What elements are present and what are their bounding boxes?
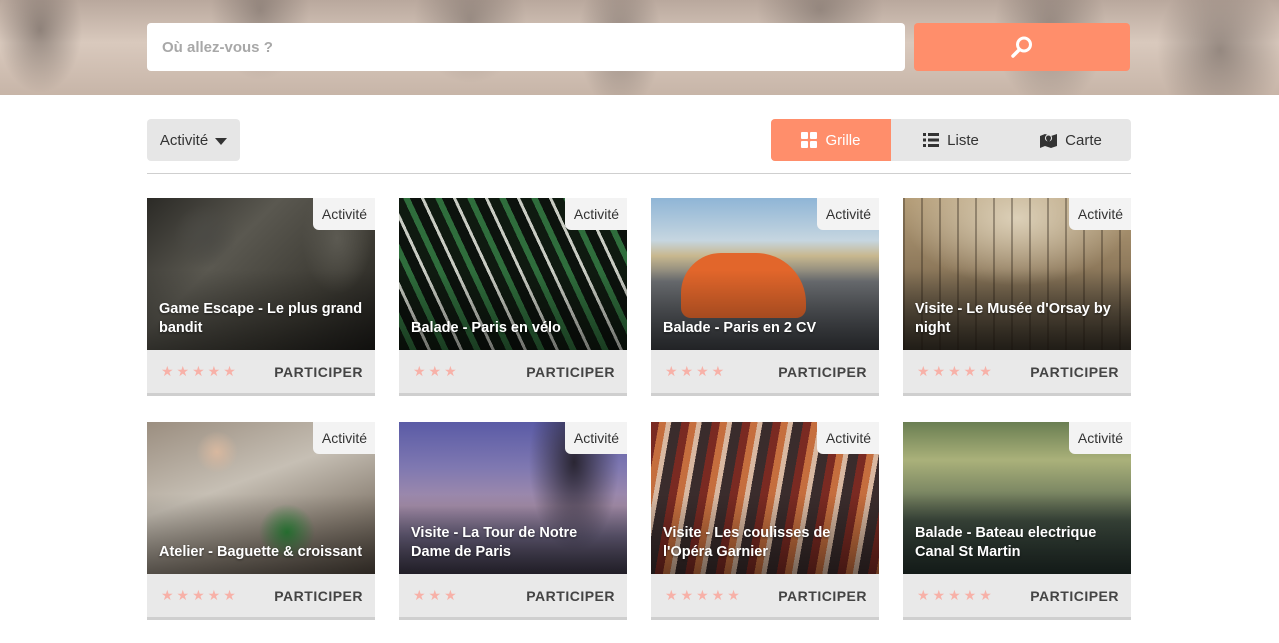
participate-button[interactable]: PARTICIPER [1030, 588, 1119, 604]
card-title: Balade - Bateau electrique Canal St Mart… [915, 525, 1097, 560]
card-title: Game Escape - Le plus grand bandit [159, 301, 363, 336]
participate-button[interactable]: PARTICIPER [778, 588, 867, 604]
grid-icon [801, 132, 818, 148]
card-image: Activité Balade - Bateau electrique Cana… [903, 422, 1131, 574]
card-footer: ★★★★ PARTICIPER [651, 350, 879, 396]
card-footer: ★★★★★ PARTICIPER [903, 574, 1131, 620]
card-image: Activité Balade - Paris en 2 CV [651, 198, 879, 350]
hero-banner [0, 0, 1279, 95]
activity-card[interactable]: Activité Balade - Paris en vélo ★★★ PART… [399, 198, 627, 396]
rating-stars: ★★★ [413, 363, 460, 379]
participate-button[interactable]: PARTICIPER [526, 364, 615, 380]
rating-stars: ★★★★★ [161, 587, 239, 603]
car-shape [681, 253, 806, 318]
activity-card[interactable]: Activité Atelier - Baguette & croissant … [147, 422, 375, 620]
grid-view-label: Grille [825, 131, 861, 149]
category-badge: Activité [564, 422, 627, 454]
toolbar-divider [147, 173, 1131, 174]
activity-filter-dropdown[interactable]: Activité [147, 119, 240, 161]
card-title: Balade - Paris en 2 CV [663, 320, 817, 336]
card-title: Atelier - Baguette & croissant [159, 544, 363, 560]
activity-card[interactable]: Activité Balade - Paris en 2 CV ★★★★ PAR… [651, 198, 879, 396]
participate-button[interactable]: PARTICIPER [274, 588, 363, 604]
card-image: Activité Balade - Paris en vélo [399, 198, 627, 350]
activity-card[interactable]: Activité Visite - Les coulisses de l'Opé… [651, 422, 879, 620]
activity-card[interactable]: Activité Balade - Bateau electrique Cana… [903, 422, 1131, 620]
card-footer: ★★★ PARTICIPER [399, 574, 627, 620]
rating-stars: ★★★ [413, 587, 460, 603]
card-footer: ★★★ PARTICIPER [399, 350, 627, 396]
activity-card[interactable]: Activité Visite - Le Musée d'Orsay by ni… [903, 198, 1131, 396]
card-footer: ★★★★★ PARTICIPER [903, 350, 1131, 396]
card-title: Visite - Les coulisses de l'Opéra Garnie… [663, 525, 831, 560]
view-switch: Grille Liste Carte [771, 119, 1131, 161]
rating-stars: ★★★★★ [917, 363, 995, 379]
card-title: Balade - Paris en vélo [411, 320, 561, 336]
category-badge: Activité [564, 198, 627, 230]
grid-view-button[interactable]: Grille [771, 119, 891, 161]
card-title: Visite - La Tour de Notre Dame de Paris [411, 525, 578, 560]
map-icon [1040, 134, 1058, 148]
card-footer: ★★★★★ PARTICIPER [147, 350, 375, 396]
activity-card[interactable]: Activité Visite - La Tour de Notre Dame … [399, 422, 627, 620]
category-badge: Activité [1068, 422, 1131, 454]
card-image: Activité Visite - La Tour de Notre Dame … [399, 422, 627, 574]
category-badge: Activité [816, 422, 879, 454]
participate-button[interactable]: PARTICIPER [526, 588, 615, 604]
search-icon [1011, 36, 1032, 58]
participate-button[interactable]: PARTICIPER [274, 364, 363, 380]
list-view-label: Liste [947, 131, 979, 149]
card-image: Activité Atelier - Baguette & croissant [147, 422, 375, 574]
filter-label: Activité [159, 131, 209, 149]
category-badge: Activité [312, 198, 375, 230]
card-image: Activité Game Escape - Le plus grand ban… [147, 198, 375, 350]
participate-button[interactable]: PARTICIPER [1030, 364, 1119, 380]
rating-stars: ★★★★★ [917, 587, 995, 603]
list-icon [923, 133, 940, 147]
search-input[interactable] [147, 23, 905, 71]
list-view-button[interactable]: Liste [891, 119, 1011, 161]
category-badge: Activité [816, 198, 879, 230]
category-badge: Activité [312, 422, 375, 454]
rating-stars: ★★★★★ [161, 363, 239, 379]
rating-stars: ★★★★★ [665, 587, 743, 603]
category-badge: Activité [1068, 198, 1131, 230]
map-view-label: Carte [1065, 131, 1102, 149]
card-title: Visite - Le Musée d'Orsay by night [915, 301, 1111, 336]
activity-card[interactable]: Activité Game Escape - Le plus grand ban… [147, 198, 375, 396]
card-footer: ★★★★★ PARTICIPER [147, 574, 375, 620]
participate-button[interactable]: PARTICIPER [778, 364, 867, 380]
card-footer: ★★★★★ PARTICIPER [651, 574, 879, 620]
map-view-button[interactable]: Carte [1011, 119, 1131, 161]
caret-down-icon [215, 137, 228, 145]
card-image: Activité Visite - Les coulisses de l'Opé… [651, 422, 879, 574]
search-button[interactable] [914, 23, 1130, 71]
card-image: Activité Visite - Le Musée d'Orsay by ni… [903, 198, 1131, 350]
rating-stars: ★★★★ [665, 363, 728, 379]
